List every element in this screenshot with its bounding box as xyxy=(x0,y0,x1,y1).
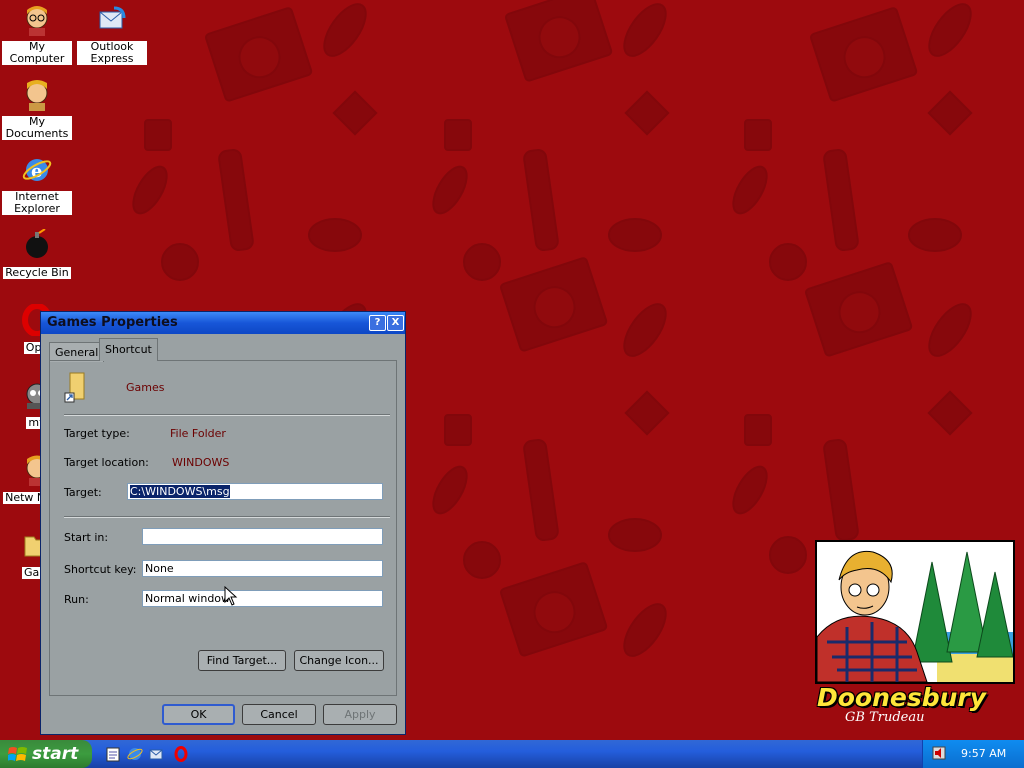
desktop: My Computer Outlook Express My Documents… xyxy=(0,0,1024,740)
outlook-express-icon[interactable] xyxy=(149,746,165,762)
shortcut-key-field[interactable]: None xyxy=(142,560,383,577)
recycle-bin-icon xyxy=(26,228,48,258)
close-button[interactable]: X xyxy=(387,315,404,331)
system-tray: 9:57 AM xyxy=(922,740,1024,768)
my-documents-icon xyxy=(26,80,48,111)
ok-button[interactable]: OK xyxy=(162,704,235,725)
desktop-icon-internet-explorer[interactable]: e Internet Explorer xyxy=(2,154,72,215)
help-icon: ? xyxy=(374,317,381,328)
opera-icon[interactable] xyxy=(173,746,189,762)
internet-explorer-icon: e xyxy=(22,159,52,182)
notepad-icon[interactable] xyxy=(105,746,121,762)
dialog-titlebar[interactable]: Games Properties ? X xyxy=(41,312,405,334)
clock[interactable]: 9:57 AM xyxy=(961,747,1006,760)
desktop-icon-my-computer[interactable]: My Computer xyxy=(2,4,72,65)
desktop-icon-label: Outlook Express xyxy=(77,41,147,65)
start-in-label: Start in: xyxy=(64,531,109,544)
outlook-express-icon xyxy=(99,6,126,29)
desktop-icon-label: Recycle Bin xyxy=(3,266,71,279)
volume-icon[interactable] xyxy=(931,745,947,761)
my-computer-icon xyxy=(26,6,48,36)
target-field[interactable]: C:\WINDOWS\msg xyxy=(127,483,383,500)
target-type-value: File Folder xyxy=(170,427,226,440)
internet-explorer-icon[interactable] xyxy=(127,746,143,762)
target-label: Target: xyxy=(64,486,102,499)
shortcut-folder-icon xyxy=(64,372,85,403)
target-location-label: Target location: xyxy=(64,456,149,469)
divider xyxy=(64,516,390,518)
windows-logo-icon xyxy=(8,747,27,761)
doonesbury-signature: GB Trudeau xyxy=(845,710,925,725)
start-button[interactable]: start xyxy=(0,740,92,768)
games-properties-dialog: Games Properties ? X General Shortcut Ga… xyxy=(40,311,406,735)
doonesbury-wordmark: Doonesbury xyxy=(817,683,987,712)
start-label: start xyxy=(32,744,79,764)
taskbar: start 9:57 AM xyxy=(0,740,1024,768)
apply-button[interactable]: Apply xyxy=(323,704,397,725)
start-in-field[interactable] xyxy=(142,528,383,545)
shortcut-name: Games xyxy=(126,381,165,394)
target-location-value: WINDOWS xyxy=(172,456,230,469)
run-select[interactable]: Normal window xyxy=(142,590,383,607)
target-value: C:\WINDOWS\msg xyxy=(130,485,230,498)
shortcut-key-label: Shortcut key: xyxy=(64,563,137,576)
desktop-icon-label: My Computer xyxy=(2,41,72,65)
dialog-title: Games Properties xyxy=(47,315,178,330)
desktop-icon-my-documents[interactable]: My Documents xyxy=(2,79,72,140)
doonesbury-logo: Doonesbury GB Trudeau xyxy=(815,540,1015,726)
shortcut-tab-panel: Games Target type: File Folder Target lo… xyxy=(49,360,397,696)
desktop-icon-outlook-express[interactable]: Outlook Express xyxy=(77,4,147,65)
help-button[interactable]: ? xyxy=(369,315,386,331)
desktop-icon-label: My Documents xyxy=(2,116,72,140)
close-icon: X xyxy=(391,317,400,328)
tab-shortcut[interactable]: Shortcut xyxy=(99,338,158,361)
run-label: Run: xyxy=(64,593,89,606)
target-type-label: Target type: xyxy=(64,427,130,440)
mouse-cursor-icon xyxy=(224,586,238,606)
divider xyxy=(64,414,390,416)
cancel-button[interactable]: Cancel xyxy=(242,704,316,725)
change-icon-button[interactable]: Change Icon... xyxy=(294,650,384,671)
desktop-icon-recycle-bin[interactable]: Recycle Bin xyxy=(2,228,72,279)
desktop-icon-label: Internet Explorer xyxy=(2,191,72,215)
comic-illustration xyxy=(815,540,1015,684)
find-target-button[interactable]: Find Target... xyxy=(198,650,286,671)
tab-general[interactable]: General xyxy=(49,342,105,362)
